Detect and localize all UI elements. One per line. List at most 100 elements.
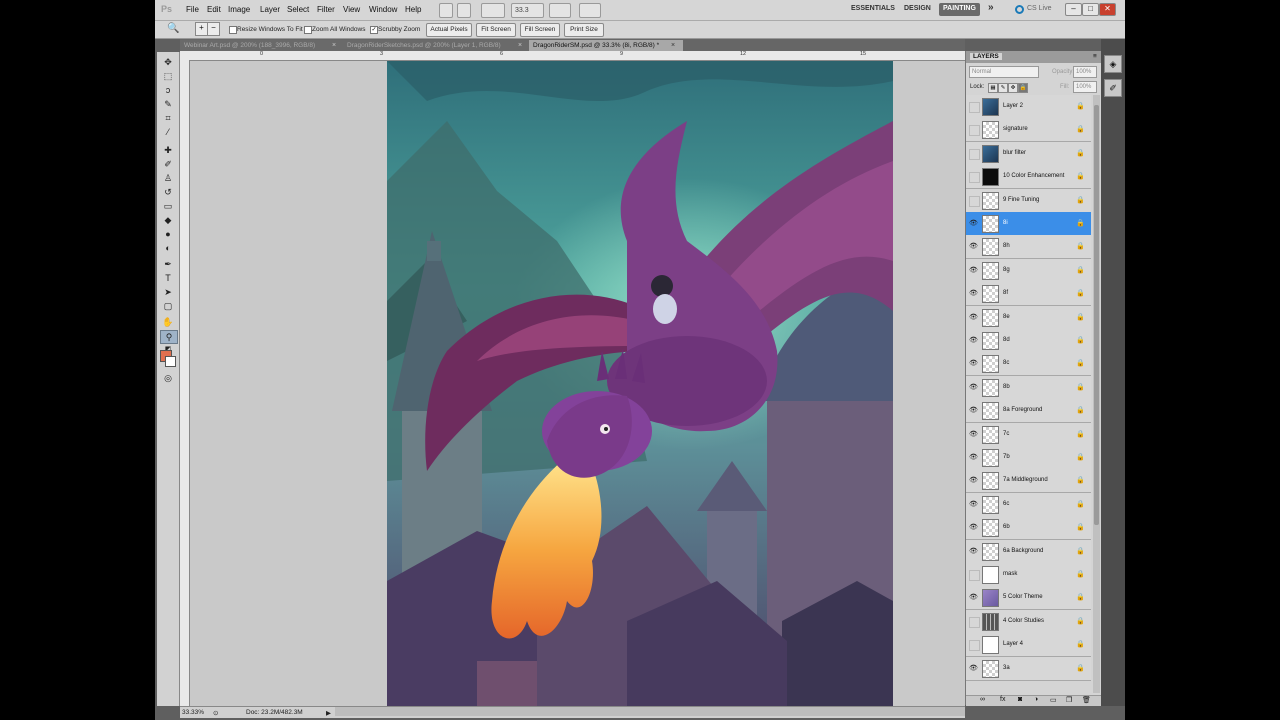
layer-row[interactable]: 👁 8a Foreground 🔒 — [966, 399, 1091, 424]
spot-healing-tool-icon[interactable]: ✚ — [160, 144, 176, 156]
layer-name[interactable]: 6b — [1003, 524, 1010, 530]
layer-row[interactable]: 👁 8f 🔒 — [966, 282, 1091, 307]
new-layer-icon[interactable]: ❐ — [1066, 696, 1072, 704]
eye-icon[interactable]: 👁 — [969, 664, 978, 673]
layer-thumbnail[interactable] — [982, 472, 999, 491]
menu-filter[interactable]: Filter — [317, 5, 335, 14]
menu-layer[interactable]: Layer — [260, 5, 280, 14]
shape-tool-icon[interactable]: ▢ — [160, 300, 176, 312]
eye-icon[interactable]: 👁 — [969, 406, 978, 415]
scrubby-zoom-checkbox[interactable]: ✓ — [370, 26, 378, 34]
lasso-tool-icon[interactable]: ↄ — [160, 84, 176, 96]
close-tab-icon[interactable]: × — [332, 40, 336, 51]
layer-name[interactable]: 6c — [1003, 501, 1009, 507]
tab-webinar-art[interactable]: Webinar Art.psd @ 200% (188_3996, RGB/8)… — [180, 40, 344, 51]
layer-row[interactable]: signature 🔒 — [966, 118, 1091, 143]
layer-thumbnail[interactable] — [982, 542, 999, 561]
eye-icon[interactable]: 👁 — [969, 383, 978, 392]
arrange-documents-icon[interactable] — [549, 3, 571, 18]
blur-tool-icon[interactable]: ● — [160, 228, 176, 240]
workspace-essentials[interactable]: ESSENTIALS — [851, 5, 895, 12]
bridge-icon[interactable] — [439, 3, 453, 18]
layer-thumbnail[interactable] — [982, 121, 999, 140]
eye-hidden-icon[interactable] — [969, 195, 980, 207]
layer-name[interactable]: 7c — [1003, 431, 1009, 437]
layers-panel-title[interactable]: LAYERS — [970, 53, 1002, 60]
layer-thumbnail[interactable] — [982, 168, 999, 187]
eye-icon[interactable]: 👁 — [969, 313, 978, 322]
layer-row[interactable]: 👁 7b 🔒 — [966, 446, 1091, 470]
layer-name[interactable]: Layer 4 — [1003, 641, 1023, 647]
eraser-tool-icon[interactable]: ▭ — [160, 200, 176, 212]
quick-mask-icon[interactable]: ◎ — [160, 372, 176, 384]
new-group-icon[interactable]: ▭ — [1050, 696, 1057, 704]
workspace-design[interactable]: DESIGN — [904, 5, 931, 12]
layer-name[interactable]: 7a Middleground — [1003, 477, 1048, 483]
fill-field[interactable]: 100% — [1073, 81, 1097, 93]
layer-thumbnail[interactable] — [982, 425, 999, 444]
eye-icon[interactable]: 👁 — [969, 523, 978, 532]
resize-windows-checkbox[interactable] — [229, 26, 237, 34]
layer-thumbnail[interactable] — [982, 659, 999, 678]
layer-row[interactable]: mask 🔒 — [966, 563, 1091, 587]
eyedropper-tool-icon[interactable]: ⁄ — [160, 126, 176, 138]
pen-tool-icon[interactable]: ✒ — [160, 258, 176, 270]
horizontal-scrollbar[interactable] — [335, 707, 965, 716]
hand-tool-icon[interactable]: ✋ — [160, 316, 176, 328]
layer-row[interactable]: 👁 8i 🔒 — [966, 212, 1091, 236]
layer-row[interactable]: Layer 4 🔒 — [966, 633, 1091, 658]
layer-thumbnail[interactable] — [982, 378, 999, 397]
layer-row[interactable]: Layer 2 🔒 — [966, 95, 1091, 119]
layer-row[interactable]: blur filter 🔒 — [966, 141, 1091, 166]
layer-thumbnail[interactable] — [982, 402, 999, 421]
marquee-tool-icon[interactable]: ⬚ — [160, 70, 176, 82]
layer-name[interactable]: blur filter — [1003, 150, 1026, 156]
layer-name[interactable]: 5 Color Theme — [1003, 594, 1043, 600]
layer-name[interactable]: 8c — [1003, 360, 1009, 366]
brush-presets-dock-icon[interactable]: ✐ — [1104, 79, 1122, 97]
close-tab-icon[interactable]: × — [518, 40, 522, 51]
background-color-swatch[interactable] — [165, 356, 176, 367]
layer-name[interactable]: 9 Fine Tuning — [1003, 197, 1039, 203]
layer-row[interactable]: 👁 8b 🔒 — [966, 375, 1091, 400]
paint-bucket-tool-icon[interactable]: ◆ — [160, 214, 176, 226]
eye-icon[interactable]: 👁 — [969, 219, 978, 228]
path-selection-tool-icon[interactable]: ➤ — [160, 286, 176, 298]
layer-row[interactable]: 👁 6a Background 🔒 — [966, 539, 1091, 564]
maximize-button[interactable]: □ — [1082, 3, 1099, 16]
layer-row[interactable]: 👁 8c 🔒 — [966, 352, 1091, 377]
tab-dragon-rider-sm[interactable]: DragonRiderSM.psd @ 33.3% (8i, RGB/8) * … — [529, 40, 683, 51]
eye-hidden-icon[interactable] — [969, 125, 980, 137]
eye-icon[interactable]: 👁 — [969, 242, 978, 251]
eye-icon[interactable]: 👁 — [969, 500, 978, 509]
layer-name[interactable]: signature — [1003, 126, 1028, 132]
layer-row[interactable]: 👁 8h 🔒 — [966, 235, 1091, 260]
layer-row[interactable]: 9 Fine Tuning 🔒 — [966, 188, 1091, 213]
close-tab-icon[interactable]: × — [671, 40, 675, 51]
layer-row[interactable]: 👁 8e 🔒 — [966, 305, 1091, 330]
layer-thumbnail[interactable] — [982, 566, 999, 584]
layer-thumbnail[interactable] — [982, 238, 999, 257]
layer-thumbnail[interactable] — [982, 285, 999, 304]
menu-image[interactable]: Image — [228, 5, 250, 14]
layer-name[interactable]: 4 Color Studies — [1003, 618, 1044, 624]
layer-thumbnail[interactable] — [982, 519, 999, 538]
layer-thumbnail[interactable] — [982, 636, 999, 655]
lock-position-icon[interactable]: ✥ — [1008, 83, 1018, 93]
layers-dock-icon[interactable]: ◈ — [1104, 55, 1122, 73]
layer-row[interactable]: 10 Color Enhancement 🔒 — [966, 165, 1091, 190]
screen-mode-icon[interactable] — [579, 3, 601, 18]
zoom-tool-icon[interactable]: ⚲ — [160, 330, 178, 344]
delete-layer-icon[interactable]: 🗑 — [1082, 696, 1091, 704]
eye-hidden-icon[interactable] — [969, 640, 980, 652]
layer-name[interactable]: 8d — [1003, 337, 1010, 343]
horizontal-ruler[interactable]: 0 3 6 9 12 15 — [180, 51, 965, 61]
layer-thumbnail[interactable] — [982, 191, 999, 210]
lock-transparency-icon[interactable]: ▦ — [988, 83, 998, 93]
layer-name[interactable]: 10 Color Enhancement — [1003, 173, 1064, 179]
eye-icon[interactable]: 👁 — [969, 289, 978, 298]
layer-thumbnail[interactable] — [982, 261, 999, 280]
layer-mask-icon[interactable]: ◙ — [1018, 696, 1022, 703]
layer-name[interactable]: 7b — [1003, 454, 1010, 460]
adjustment-layer-icon[interactable]: ◑ — [1034, 696, 1038, 703]
